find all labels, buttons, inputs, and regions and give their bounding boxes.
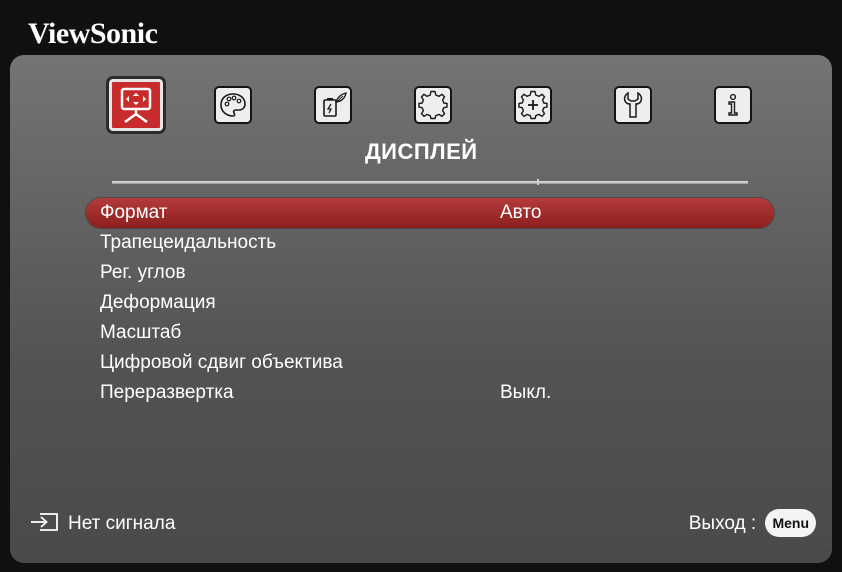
menu-list: Формат Авто Трапецеидальность Рег. углов… [86, 198, 774, 408]
tab-power[interactable] [314, 86, 352, 124]
no-signal-text: Нет сигнала [68, 513, 176, 534]
input-source-icon [30, 511, 60, 533]
menu-item-value: Авто [500, 202, 542, 223]
menu-item-label: Трапецеидальность [100, 232, 277, 253]
menu-item-zoom[interactable]: Масштаб [86, 318, 774, 348]
section-title: ДИСПЛЕЙ [365, 139, 478, 164]
menu-item-label: Переразвертка [100, 382, 234, 403]
divider [112, 181, 748, 184]
input-status: Нет сигнала [30, 509, 175, 539]
menu-item-keystone[interactable]: Трапецеидальность [86, 228, 774, 258]
menu-button[interactable]: Menu [765, 508, 816, 537]
menu-item-aspect-ratio[interactable]: Формат Авто [86, 198, 774, 228]
menu-item-digital-lens-shift[interactable]: Цифровой сдвиг объектива [86, 348, 774, 378]
menu-item-label: Формат [100, 202, 168, 223]
divider-notch [537, 179, 539, 185]
tab-advanced[interactable] [514, 86, 552, 124]
menu-item-label: Цифровой сдвиг объектива [100, 352, 343, 373]
menu-item-overscan[interactable]: Переразвертка Выкл. [86, 378, 774, 408]
menu-item-label: Рег. углов [100, 262, 186, 283]
brand-logo: ViewSonic [28, 17, 158, 50]
tab-picture[interactable] [214, 86, 252, 124]
exit-hint: Выход : Menu [688, 508, 816, 539]
exit-label: Выход : [688, 513, 757, 534]
osd-panel: ДИСПЛЕЙ Формат Авто Трапецеидальность Ре… [10, 55, 832, 563]
tab-system[interactable] [614, 86, 652, 124]
category-tabs [106, 76, 766, 136]
menu-item-label: Деформация [100, 292, 216, 313]
menu-item-corner-adjust[interactable]: Рег. углов [86, 258, 774, 288]
menu-item-label: Масштаб [100, 322, 182, 343]
menu-item-value: Выкл. [500, 382, 552, 403]
tab-basic[interactable] [414, 86, 452, 124]
tab-display[interactable] [106, 76, 166, 134]
tab-info[interactable] [714, 86, 752, 124]
menu-item-warping[interactable]: Деформация [86, 288, 774, 318]
projector-osd: ViewSonic ДИСПЛЕЙ Формат Авто Трапецеида… [0, 0, 842, 572]
